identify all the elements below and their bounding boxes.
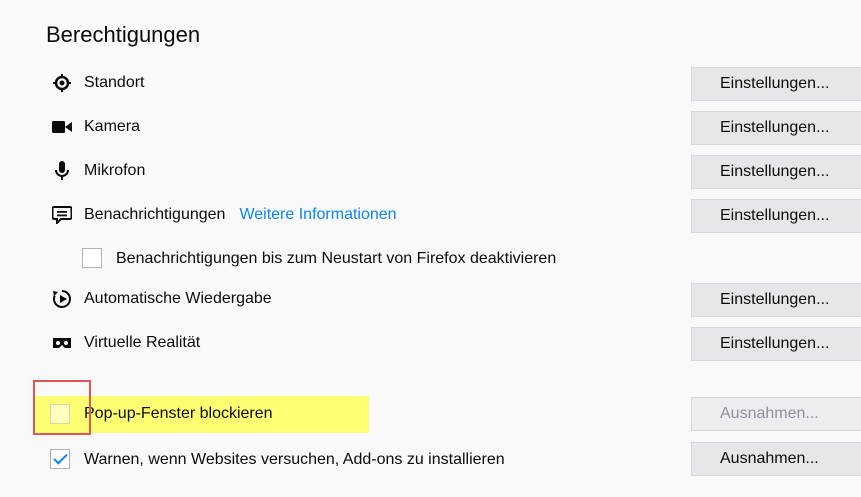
- addon-warn-label: Warnen, wenn Websites versuchen, Add-ons…: [84, 451, 505, 468]
- addon-exceptions-button[interactable]: Ausnahmen...: [691, 442, 861, 476]
- permission-row-autoplay: Automatische Wiedergabe Einstellungen...: [0, 280, 861, 320]
- permission-row-microphone: Mikrofon Einstellungen...: [0, 152, 861, 192]
- more-info-link[interactable]: Weitere Informationen: [239, 206, 396, 223]
- permission-row-notifications: Benachrichtigungen Weitere Informationen …: [0, 196, 861, 236]
- permission-label-location: Standort: [84, 74, 145, 91]
- notifications-text: Benachrichtigungen: [84, 206, 226, 223]
- notifications-settings-button[interactable]: Einstellungen...: [691, 199, 861, 233]
- camera-icon: [52, 117, 72, 137]
- permission-label-autoplay: Automatische Wiedergabe: [84, 290, 272, 307]
- location-settings-button[interactable]: Einstellungen...: [691, 67, 861, 101]
- permission-label-camera: Kamera: [84, 118, 141, 135]
- permission-label-microphone: Mikrofon: [84, 162, 146, 179]
- popup-block-label: Pop-up-Fenster blockieren: [84, 405, 273, 422]
- addon-warn-checkbox[interactable]: [50, 449, 70, 469]
- notification-icon: [52, 205, 72, 225]
- vr-settings-button[interactable]: Einstellungen...: [691, 327, 861, 361]
- vr-icon: [52, 333, 72, 353]
- permission-label-vr: Virtuelle Realität: [84, 334, 201, 351]
- autoplay-settings-button[interactable]: Einstellungen...: [691, 283, 861, 317]
- camera-settings-button[interactable]: Einstellungen...: [691, 111, 861, 145]
- notifications-pause-label: Benachrichtigungen bis zum Neustart von …: [116, 250, 557, 267]
- microphone-icon: [52, 161, 72, 181]
- permission-label-notifications: Benachrichtigungen Weitere Informationen: [84, 206, 397, 224]
- notifications-pause-checkbox[interactable]: [82, 248, 102, 268]
- location-icon: [52, 73, 72, 93]
- autoplay-icon: [52, 289, 72, 309]
- permission-row-camera: Kamera Einstellungen...: [0, 108, 861, 148]
- popup-exceptions-button[interactable]: Ausnahmen...: [691, 397, 861, 431]
- permission-row-vr: Virtuelle Realität Einstellungen...: [0, 324, 861, 364]
- red-annotation-box: [33, 380, 91, 435]
- section-title: Berechtigungen: [46, 22, 201, 47]
- permission-row-location: Standort Einstellungen...: [0, 64, 861, 104]
- microphone-settings-button[interactable]: Einstellungen...: [691, 155, 861, 189]
